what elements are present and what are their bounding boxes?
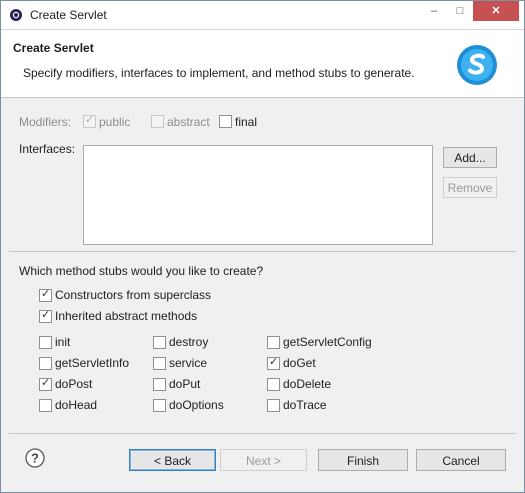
- help-icon[interactable]: ?: [25, 448, 45, 468]
- getservletconfig-label[interactable]: getServletConfig: [283, 335, 372, 349]
- cancel-button[interactable]: Cancel: [416, 449, 506, 471]
- inherited-methods-checkbox[interactable]: ✓: [39, 309, 52, 323]
- dotrace-label[interactable]: doTrace: [283, 398, 327, 412]
- public-checkbox: ✓: [83, 114, 96, 128]
- interfaces-list[interactable]: [83, 145, 433, 245]
- back-button[interactable]: < Back: [129, 449, 216, 471]
- maximize-button[interactable]: □: [447, 1, 473, 21]
- getservletinfo-checkbox[interactable]: [39, 357, 52, 370]
- dohead-label[interactable]: doHead: [55, 398, 97, 412]
- modifiers-label: Modifiers:: [19, 115, 72, 129]
- dooptions-checkbox[interactable]: [153, 399, 166, 412]
- getservletconfig-checkbox[interactable]: [267, 336, 280, 349]
- doput-checkbox[interactable]: [153, 378, 166, 391]
- remove-interface-button: Remove: [443, 177, 497, 198]
- dooptions-label[interactable]: doOptions: [169, 398, 224, 412]
- init-checkbox[interactable]: [39, 336, 52, 349]
- service-checkbox[interactable]: [153, 357, 166, 370]
- finish-button[interactable]: Finish: [318, 449, 408, 471]
- minimize-button[interactable]: –: [421, 1, 447, 21]
- dohead-checkbox[interactable]: [39, 399, 52, 412]
- doget-checkbox[interactable]: ✓: [267, 356, 280, 370]
- constructors-checkbox[interactable]: ✓: [39, 288, 52, 302]
- help-glyph: ?: [31, 451, 39, 466]
- abstract-label: abstract: [167, 115, 210, 129]
- close-button[interactable]: ✕: [473, 1, 519, 21]
- wizard-banner: Create Servlet Specify modifiers, interf…: [1, 30, 524, 98]
- banner-title: Create Servlet: [13, 41, 94, 55]
- check-mark-icon: ✓: [41, 288, 51, 300]
- destroy-label[interactable]: destroy: [169, 335, 208, 349]
- inherited-methods-label[interactable]: Inherited abstract methods: [55, 309, 197, 323]
- separator: [9, 433, 517, 434]
- service-label[interactable]: service: [169, 356, 207, 370]
- dopost-label[interactable]: doPost: [55, 377, 92, 391]
- eclipse-icon: [10, 9, 22, 21]
- abstract-checkbox: [151, 115, 164, 128]
- method-stubs-question: Which method stubs would you like to cre…: [19, 264, 264, 278]
- doget-label[interactable]: doGet: [283, 356, 316, 370]
- getservletinfo-label[interactable]: getServletInfo: [55, 356, 129, 370]
- window-title: Create Servlet: [30, 8, 107, 22]
- doput-label[interactable]: doPut: [169, 377, 200, 391]
- dodelete-label[interactable]: doDelete: [283, 377, 331, 391]
- dotrace-checkbox[interactable]: [267, 399, 280, 412]
- init-label[interactable]: init: [55, 335, 70, 349]
- add-interface-button[interactable]: Add...: [443, 147, 497, 168]
- create-servlet-dialog: Create Servlet – □ ✕ Create Servlet Spec…: [0, 0, 525, 493]
- servlet-logo-icon: [457, 45, 497, 85]
- public-label: public: [99, 115, 131, 129]
- constructors-label[interactable]: Constructors from superclass: [55, 288, 211, 302]
- dodelete-checkbox[interactable]: [267, 378, 280, 391]
- title-bar: Create Servlet – □ ✕: [1, 1, 524, 30]
- banner-description: Specify modifiers, interfaces to impleme…: [23, 66, 415, 80]
- check-mark-icon: ✓: [85, 114, 95, 126]
- dopost-checkbox[interactable]: ✓: [39, 377, 52, 391]
- separator: [9, 251, 517, 252]
- check-mark-icon: ✓: [41, 309, 51, 321]
- interfaces-label: Interfaces:: [19, 142, 76, 156]
- check-mark-icon: ✓: [41, 377, 51, 389]
- final-label[interactable]: final: [235, 115, 257, 129]
- check-mark-icon: ✓: [269, 356, 279, 368]
- destroy-checkbox[interactable]: [153, 336, 166, 349]
- final-checkbox[interactable]: [219, 115, 232, 128]
- next-button: Next >: [220, 449, 307, 471]
